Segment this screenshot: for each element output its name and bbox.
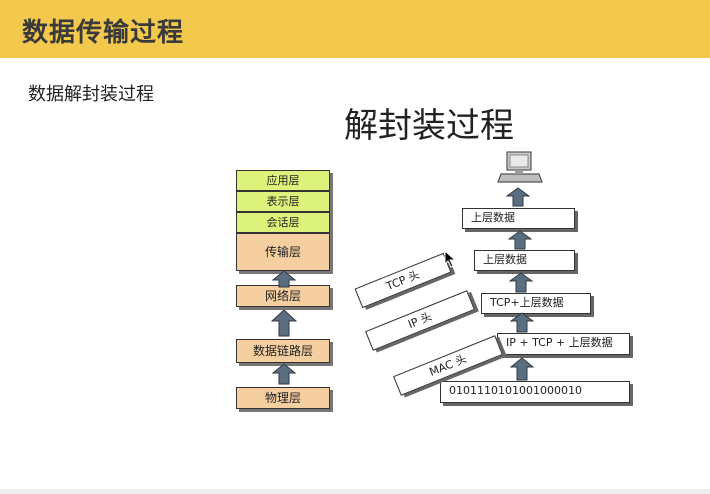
tcp-header-box: TCP 头 <box>354 252 452 309</box>
header-banner: 数据传输过程 <box>0 0 710 58</box>
tcp-data-box: TCP+上层数据 <box>481 293 591 314</box>
slide-subtitle: 数据解封装过程 <box>28 84 154 105</box>
up-arrow-icon <box>272 363 296 385</box>
layer-datalink: 数据链路层 <box>236 339 330 363</box>
up-arrow-icon <box>509 272 533 293</box>
page-title: 数据传输过程 <box>22 18 185 48</box>
up-arrow-icon <box>272 270 296 288</box>
layer-presentation: 表示层 <box>236 191 330 212</box>
cursor-icon <box>444 250 457 268</box>
up-arrow-icon <box>508 230 532 250</box>
bits-box: 0101110101001000010 <box>440 381 630 403</box>
upper-data-box: 上层数据 <box>474 250 575 271</box>
upper-data-box-top: 上层数据 <box>462 208 575 229</box>
layer-session: 会话层 <box>236 212 330 233</box>
up-arrow-icon <box>506 187 530 207</box>
ip-tcp-data-box: IP + TCP + 上层数据 <box>497 333 630 355</box>
computer-icon <box>497 151 543 183</box>
up-arrow-icon <box>271 309 297 337</box>
layer-transport: 传输层 <box>236 233 330 271</box>
diagram-title: 解封装过程 <box>344 106 514 146</box>
layer-application: 应用层 <box>236 170 330 191</box>
footer-bar <box>0 489 710 494</box>
up-arrow-icon <box>510 312 534 333</box>
layer-network: 网络层 <box>236 285 330 307</box>
layer-physical: 物理层 <box>236 387 330 409</box>
up-arrow-icon <box>510 357 534 381</box>
